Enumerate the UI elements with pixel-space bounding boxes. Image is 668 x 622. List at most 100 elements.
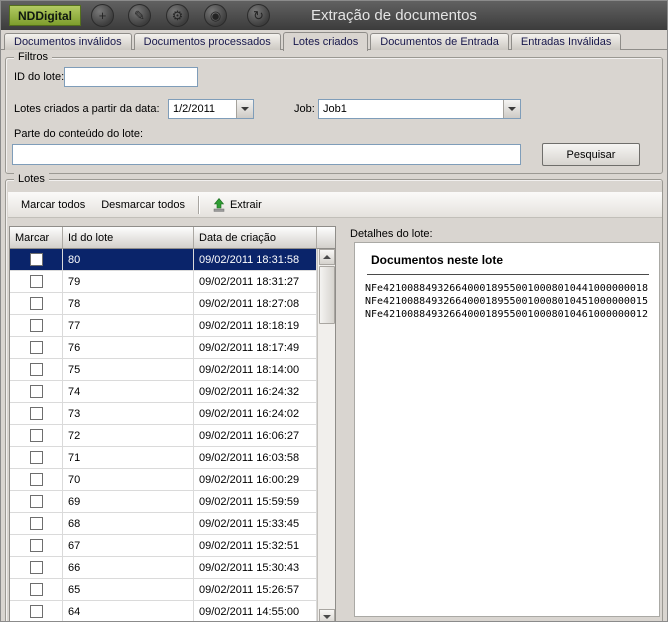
document-list: NFe4210088493266400018955001000801044100… (365, 282, 651, 321)
lot-id-cell: 76 (63, 337, 194, 358)
row-checkbox[interactable] (30, 605, 43, 618)
column-header-date[interactable]: Data de criação (194, 227, 317, 249)
lot-id-cell: 70 (63, 469, 194, 490)
lot-date-cell: 09/02/2011 16:24:02 (194, 403, 317, 424)
table-row[interactable]: 77 09/02/2011 18:18:19 (10, 315, 318, 337)
process-icon: ↻ (253, 9, 264, 22)
job-label: Job: (294, 103, 315, 115)
row-checkbox[interactable] (30, 253, 43, 266)
lot-id-cell: 71 (63, 447, 194, 468)
stop-icon: ◉ (210, 9, 221, 22)
lot-date-cell: 09/02/2011 18:14:00 (194, 359, 317, 380)
table-row[interactable]: 72 09/02/2011 16:06:27 (10, 425, 318, 447)
tab-entradas-invalidas[interactable]: Entradas Inválidas (511, 33, 622, 50)
table-row[interactable]: 69 09/02/2011 15:59:59 (10, 491, 318, 513)
row-checkbox[interactable] (30, 473, 43, 486)
table-row[interactable]: 78 09/02/2011 18:27:08 (10, 293, 318, 315)
settings-button[interactable]: ⚙ (166, 4, 189, 27)
stop-button[interactable]: ◉ (204, 4, 227, 27)
table-row[interactable]: 64 09/02/2011 14:55:00 (10, 601, 318, 622)
lot-id-cell: 79 (63, 271, 194, 292)
row-checkbox[interactable] (30, 407, 43, 420)
add-button[interactable]: + (91, 4, 114, 27)
row-checkbox[interactable] (30, 451, 43, 464)
tab-lotes-criados[interactable]: Lotes criados (283, 32, 368, 51)
table-row[interactable]: 74 09/02/2011 16:24:32 (10, 381, 318, 403)
scroll-down-icon (323, 615, 331, 619)
process-button[interactable]: ↻ (247, 4, 270, 27)
table-row[interactable]: 71 09/02/2011 16:03:58 (10, 447, 318, 469)
lot-content-input[interactable] (12, 144, 521, 165)
row-checkbox[interactable] (30, 341, 43, 354)
table-row[interactable]: 76 09/02/2011 18:17:49 (10, 337, 318, 359)
date-picker-value: 1/2/2011 (169, 103, 236, 115)
job-select-dropdown-button[interactable] (503, 100, 520, 118)
scrollbar-thumb[interactable] (319, 266, 335, 324)
edit-button[interactable]: ✎ (128, 4, 151, 27)
lot-id-cell: 78 (63, 293, 194, 314)
deselect-all-button[interactable]: Desmarcar todos (93, 195, 193, 215)
job-select[interactable]: Job1 (318, 99, 521, 119)
table-row[interactable]: 79 09/02/2011 18:31:27 (10, 271, 318, 293)
nddigital-logo: NDDigital (9, 5, 81, 26)
lots-table-header: Marcar Id do lote Data de criação (10, 227, 335, 249)
lot-date-cell: 09/02/2011 18:18:19 (194, 315, 317, 336)
row-checkbox[interactable] (30, 385, 43, 398)
row-checkbox[interactable] (30, 429, 43, 442)
lot-id-cell: 66 (63, 557, 194, 578)
extract-button[interactable]: Extrair (204, 194, 270, 216)
document-key: NFe4210088493266400018955001000801044100… (365, 282, 651, 295)
lot-date-cell: 09/02/2011 18:17:49 (194, 337, 317, 358)
extract-arrow-icon (212, 198, 226, 212)
scroll-up-icon (323, 255, 331, 259)
column-header-id[interactable]: Id do lote (63, 227, 194, 249)
table-row[interactable]: 67 09/02/2011 15:32:51 (10, 535, 318, 557)
documents-in-lot-header: Documentos neste lote (371, 253, 651, 267)
table-scrollbar[interactable] (317, 249, 335, 622)
tab-documentos-processados[interactable]: Documentos processados (134, 33, 281, 50)
document-key: NFe4210088493266400018955001000801046100… (365, 308, 651, 321)
column-header-marcar[interactable]: Marcar (10, 227, 63, 249)
date-picker-dropdown-button[interactable] (236, 100, 253, 118)
job-select-value: Job1 (319, 103, 503, 115)
row-checkbox[interactable] (30, 363, 43, 376)
table-row[interactable]: 65 09/02/2011 15:26:57 (10, 579, 318, 601)
row-checkbox[interactable] (30, 517, 43, 530)
row-checkbox[interactable] (30, 275, 43, 288)
table-row[interactable]: 75 09/02/2011 18:14:00 (10, 359, 318, 381)
table-row[interactable]: 68 09/02/2011 15:33:45 (10, 513, 318, 535)
page-title: Extração de documentos (311, 1, 477, 30)
row-checkbox[interactable] (30, 297, 43, 310)
row-checkbox[interactable] (30, 539, 43, 552)
search-button[interactable]: Pesquisar (542, 143, 640, 166)
lot-id-label: ID do lote: (14, 71, 64, 83)
lot-date-cell: 09/02/2011 16:24:32 (194, 381, 317, 402)
edit-icon: ✎ (134, 9, 145, 22)
tab-documentos-de-entrada[interactable]: Documentos de Entrada (370, 33, 509, 50)
header-divider (367, 274, 649, 275)
document-key: NFe4210088493266400018955001000801045100… (365, 295, 651, 308)
lot-date-cell: 09/02/2011 16:03:58 (194, 447, 317, 468)
row-checkbox[interactable] (30, 319, 43, 332)
chevron-down-icon (508, 107, 516, 111)
lot-id-cell: 72 (63, 425, 194, 446)
scroll-down-button[interactable] (319, 609, 335, 622)
scroll-up-button[interactable] (319, 249, 335, 265)
row-checkbox[interactable] (30, 495, 43, 508)
select-all-button[interactable]: Marcar todos (13, 195, 93, 215)
table-row[interactable]: 70 09/02/2011 16:00:29 (10, 469, 318, 491)
lot-id-cell: 67 (63, 535, 194, 556)
lot-date-cell: 09/02/2011 18:31:58 (194, 249, 317, 270)
table-row[interactable]: 66 09/02/2011 15:30:43 (10, 557, 318, 579)
lot-date-cell: 09/02/2011 15:30:43 (194, 557, 317, 578)
lot-id-input[interactable] (64, 67, 198, 87)
lot-date-cell: 09/02/2011 15:59:59 (194, 491, 317, 512)
table-row[interactable]: 80 09/02/2011 18:31:58 (10, 249, 318, 271)
date-picker[interactable]: 1/2/2011 (168, 99, 254, 119)
row-checkbox[interactable] (30, 561, 43, 574)
row-checkbox[interactable] (30, 583, 43, 596)
filters-group-label: Filtros (14, 51, 52, 63)
table-row[interactable]: 73 09/02/2011 16:24:02 (10, 403, 318, 425)
tab-documentos-invalidos[interactable]: Documentos inválidos (4, 33, 132, 50)
toolbar-separator (198, 196, 199, 214)
